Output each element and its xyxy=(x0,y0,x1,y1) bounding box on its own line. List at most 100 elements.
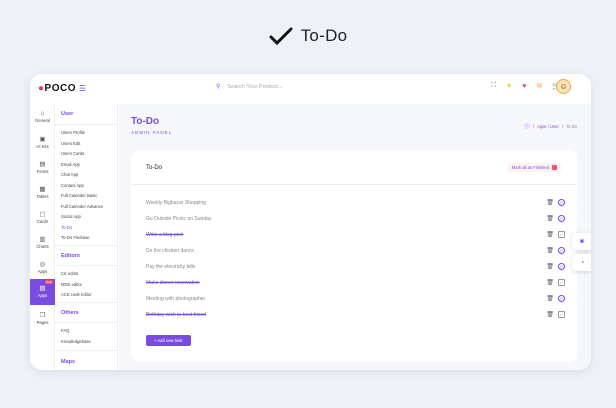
task-row: Pay the electricity bills 🗑 ✓ xyxy=(131,262,577,273)
search-input[interactable]: Search Your Product... xyxy=(227,84,282,90)
submenu-item[interactable]: Social App xyxy=(61,214,81,219)
check-icon[interactable]: ✓ xyxy=(558,263,565,270)
menu-toggle-icon[interactable]: ☰ xyxy=(79,84,86,93)
hero-title: To-Do xyxy=(300,26,348,45)
task-text: Weekly Bigbazar Shopping xyxy=(146,200,206,206)
check-icon[interactable]: ✓ xyxy=(558,295,565,302)
home-icon[interactable] xyxy=(523,123,530,129)
submenu-item[interactable]: Knowledgebase xyxy=(61,339,91,344)
search-bar[interactable]: ⚲ Search Your Product... xyxy=(216,83,282,91)
check-icon[interactable]: ✓ xyxy=(558,311,565,318)
add-task-button[interactable]: + Add new task xyxy=(146,335,191,346)
card-title: To-Do xyxy=(146,165,163,171)
breadcrumb-apps[interactable]: Apps / User xyxy=(537,124,559,129)
color-picker-button[interactable]: ◔ xyxy=(572,254,591,271)
home-icon: ⌂ xyxy=(40,110,45,117)
task-text: Make dinner reservation xyxy=(146,280,200,286)
task-text: Go Outside Picnic on Sunday xyxy=(146,216,212,222)
forms-icon: ▤ xyxy=(39,161,46,168)
divider xyxy=(55,322,118,323)
submenu-item[interactable]: FAQ xyxy=(61,328,69,333)
table-icon: ▦ xyxy=(39,186,46,193)
submenu-item[interactable]: MDE editor xyxy=(61,282,82,287)
check-icon[interactable]: ✓ xyxy=(558,199,565,206)
trash-icon[interactable]: 🗑 xyxy=(546,215,554,222)
apps-active-icon: ▧ xyxy=(39,285,46,292)
rail-apps-active[interactable]: New ▧ Apps xyxy=(30,279,55,305)
notification-icon[interactable]: ✉ xyxy=(536,82,542,90)
submenu-item[interactable]: To-Do Firebase xyxy=(61,235,90,240)
sun-icon[interactable]: ☀ xyxy=(506,82,512,90)
todo-card: To-Do Mark all as Finished Weekly Bigbaz… xyxy=(131,150,577,362)
divider xyxy=(55,265,118,266)
submenu: User Users Profile Users Edit Users Card… xyxy=(55,104,118,370)
page-subtitle: ADMIN PANEL xyxy=(131,130,173,135)
logo[interactable]: ●POCO xyxy=(38,83,76,94)
trash-icon[interactable]: 🗑 xyxy=(546,311,554,318)
checkbox-icon xyxy=(552,165,557,170)
mark-all-finished-button[interactable]: Mark all as Finished xyxy=(507,163,561,172)
submenu-item[interactable]: Users Profile xyxy=(61,130,85,135)
divider xyxy=(55,302,118,303)
hero-header: To-Do xyxy=(0,26,616,46)
check-icon[interactable]: ✓ xyxy=(558,247,565,254)
submenu-item[interactable]: Full Calender Basic xyxy=(61,193,97,198)
divider xyxy=(55,245,118,246)
pages-icon: ❐ xyxy=(39,312,46,319)
fullscreen-icon[interactable]: ⛶ xyxy=(491,82,496,90)
rail-charts[interactable]: ▥ Charts xyxy=(30,235,55,249)
task-row: Write a blog post 🗑 ✓ xyxy=(131,230,577,241)
submenu-item[interactable]: Chat App xyxy=(61,172,78,177)
breadcrumb-sep: / xyxy=(532,123,534,129)
task-text: Write a blog post xyxy=(146,232,184,238)
rail-forms[interactable]: ▤ Forms xyxy=(30,160,55,174)
task-row: Make dinner reservation 🗑 ✓ xyxy=(131,278,577,289)
check-icon[interactable]: ✓ xyxy=(558,215,565,222)
search-icon: ⚲ xyxy=(216,84,221,90)
trash-icon[interactable]: 🗑 xyxy=(546,279,554,286)
task-text: Do the chicken dance xyxy=(146,248,195,254)
icon-rail: ⌂ General ▣ UI Kits ▤ Forms ▦ Tables ▢ Cards … xyxy=(30,104,55,370)
toolbar-icons: ⛶ ☀ ♥ ✉ 🛒 xyxy=(491,82,561,90)
customizer-button[interactable]: ✷ xyxy=(572,233,591,250)
trash-icon[interactable]: 🗑 xyxy=(546,231,554,238)
trash-icon[interactable]: 🗑 xyxy=(546,295,554,302)
submenu-item[interactable]: ACE code editor xyxy=(61,292,92,297)
trash-icon[interactable]: 🗑 xyxy=(546,199,554,206)
rail-tables[interactable]: ▦ Tables xyxy=(30,185,55,199)
submenu-item[interactable]: CK editor xyxy=(61,271,78,276)
submenu-item[interactable]: Users Edit xyxy=(61,141,80,146)
apps-icon: ◎ xyxy=(39,261,46,268)
new-badge: New xyxy=(44,280,53,284)
task-text: Birthday wish to best friend xyxy=(146,312,207,318)
trash-icon[interactable]: 🗑 xyxy=(546,263,554,270)
submenu-item[interactable]: Full Calender Advance xyxy=(61,204,103,209)
rail-apps[interactable]: ◎ Apps xyxy=(30,260,55,274)
palette-icon: ◔ xyxy=(579,258,585,267)
task-row: Do the chicken dance 🗑 ✓ xyxy=(131,246,577,257)
task-text: Pay the electricity bills xyxy=(146,264,196,270)
main-content: To-Do ADMIN PANEL / Apps / User / To Do … xyxy=(119,104,591,370)
submenu-item-active[interactable]: To-Do xyxy=(61,225,72,230)
check-icon[interactable]: ✓ xyxy=(558,231,565,238)
check-icon[interactable]: ✓ xyxy=(558,279,565,286)
submenu-item[interactable]: Email App xyxy=(61,162,80,167)
submenu-item[interactable]: Contact App xyxy=(61,183,84,188)
trash-icon[interactable]: 🗑 xyxy=(546,247,554,254)
divider xyxy=(131,184,577,185)
heart-icon[interactable]: ♥ xyxy=(522,83,526,90)
checkmark-icon xyxy=(269,27,293,45)
rail-pages[interactable]: ❐ Pages xyxy=(30,311,55,325)
rail-ui-kits[interactable]: ▣ UI Kits xyxy=(30,135,55,149)
page-title: To-Do xyxy=(131,116,160,127)
avatar[interactable]: ☺ xyxy=(556,79,571,94)
breadcrumb-sep: / xyxy=(561,123,564,129)
breadcrumb: / Apps / User / To Do xyxy=(523,123,577,129)
divider xyxy=(55,124,118,125)
rail-cards[interactable]: ▢ Cards xyxy=(30,210,55,224)
rail-general[interactable]: ⌂ General xyxy=(30,110,55,123)
app-window: ●POCO ☰ ⚲ Search Your Product... ⛶ ☀ ♥ ✉… xyxy=(30,74,591,370)
task-row: Weekly Bigbazar Shopping 🗑 ✓ xyxy=(131,198,577,209)
submenu-item[interactable]: Users Cards xyxy=(61,151,84,156)
chart-icon: ▥ xyxy=(39,236,46,243)
